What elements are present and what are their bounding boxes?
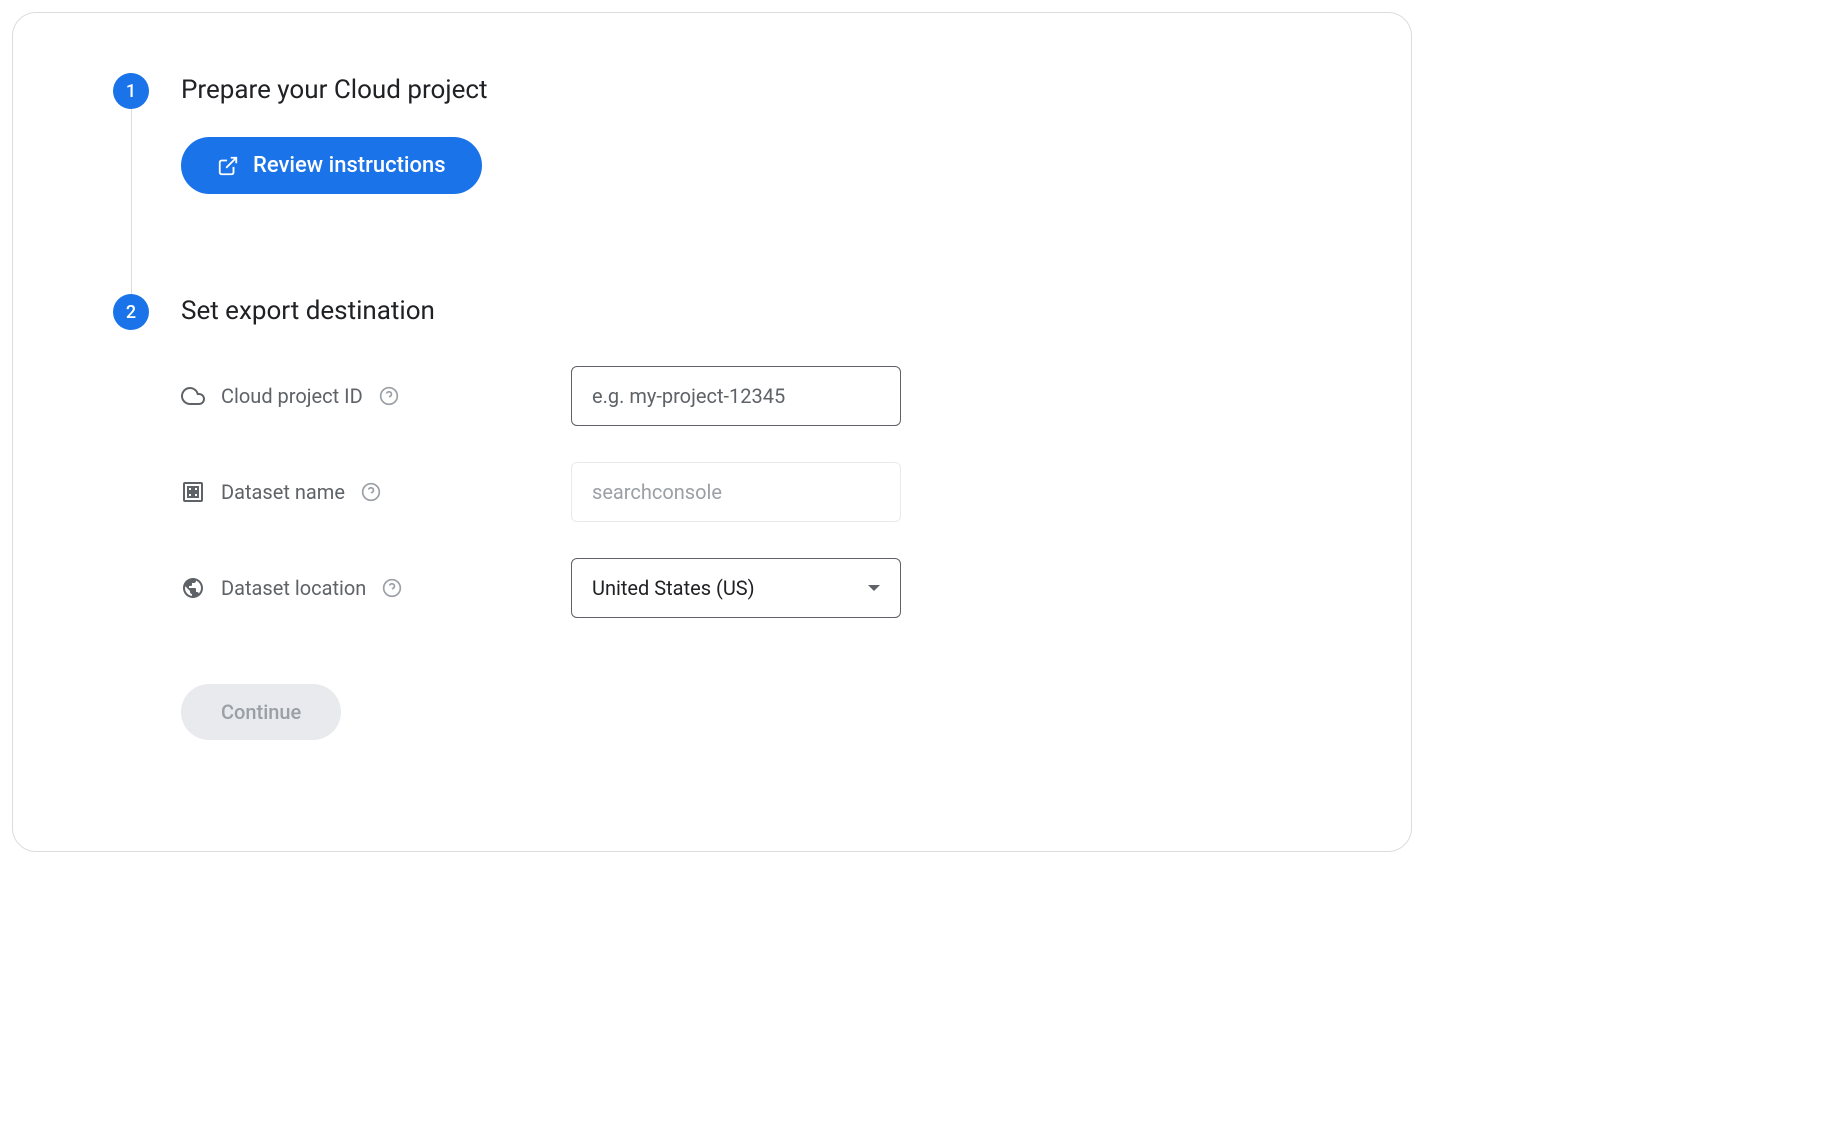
chevron-down-icon bbox=[868, 585, 880, 591]
dataset-location-value: United States (US) bbox=[592, 576, 755, 600]
review-instructions-label: Review instructions bbox=[253, 153, 446, 178]
step-2-content: Set export destination Cloud project ID bbox=[181, 294, 1311, 740]
dataset-name-label: Dataset name bbox=[221, 480, 345, 504]
step-1-number: 1 bbox=[113, 73, 149, 109]
help-icon[interactable] bbox=[379, 386, 399, 406]
help-icon[interactable] bbox=[361, 482, 381, 502]
step-2: 2 Set export destination Cloud project I… bbox=[113, 294, 1311, 740]
cloud-icon bbox=[181, 384, 205, 408]
setup-card: 1 Prepare your Cloud project Review inst… bbox=[12, 12, 1412, 852]
open-in-new-icon bbox=[217, 155, 239, 177]
project-id-row: Cloud project ID bbox=[181, 366, 1311, 426]
dataset-name-row: Dataset name bbox=[181, 462, 1311, 522]
globe-icon bbox=[181, 576, 205, 600]
step-1-content: Prepare your Cloud project Review instru… bbox=[181, 73, 1311, 194]
review-instructions-button[interactable]: Review instructions bbox=[181, 137, 482, 194]
step-2-title: Set export destination bbox=[181, 296, 1311, 326]
dataset-location-select[interactable]: United States (US) bbox=[571, 558, 901, 618]
project-id-label: Cloud project ID bbox=[221, 384, 363, 408]
dataset-location-label-group: Dataset location bbox=[181, 576, 571, 600]
dataset-icon bbox=[181, 480, 205, 504]
dataset-name-input bbox=[571, 462, 901, 522]
step-2-number: 2 bbox=[113, 294, 149, 330]
dataset-name-label-group: Dataset name bbox=[181, 480, 571, 504]
continue-button[interactable]: Continue bbox=[181, 684, 341, 740]
project-id-input[interactable] bbox=[571, 366, 901, 426]
dataset-location-row: Dataset location United States (US) bbox=[181, 558, 1311, 618]
help-icon[interactable] bbox=[382, 578, 402, 598]
project-id-label-group: Cloud project ID bbox=[181, 384, 571, 408]
step-connector bbox=[131, 109, 132, 299]
step-1: 1 Prepare your Cloud project Review inst… bbox=[113, 73, 1311, 194]
form-section: Cloud project ID bbox=[181, 366, 1311, 740]
step-1-title: Prepare your Cloud project bbox=[181, 75, 1311, 105]
dataset-location-label: Dataset location bbox=[221, 576, 366, 600]
